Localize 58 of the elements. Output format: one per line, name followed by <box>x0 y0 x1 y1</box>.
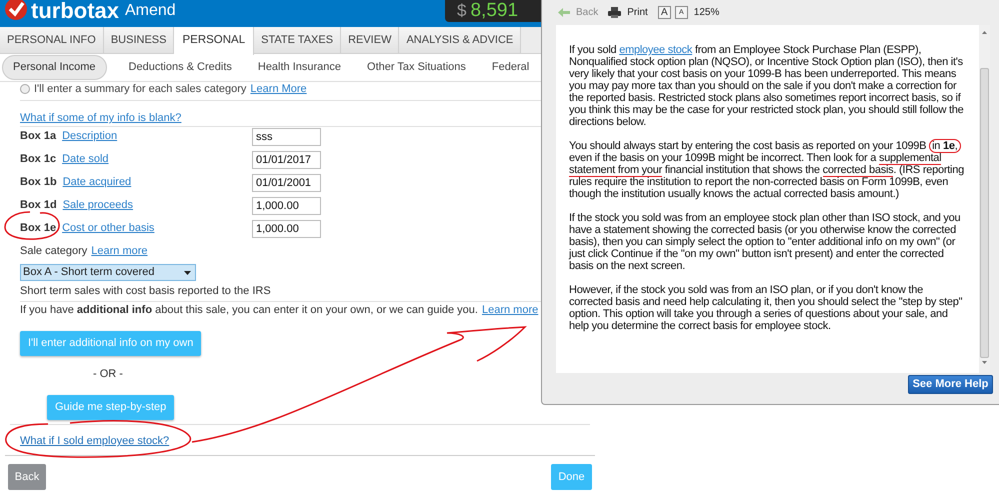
scroll-down-icon <box>982 361 987 364</box>
field-link[interactable]: Sale proceeds <box>62 199 134 212</box>
help-paragraph: If the stock you sold was from an employee stock plan other than ISO stock, and you have a statement showing the corrected basis (or you otherwise know the corrected basis), then you can simply select the option to "enter additional info on my own" (or just click Continue if the "on my own" button isn't present) and enter the corrected basis on the next screen. <box>569 212 962 272</box>
larger-text-button[interactable]: A <box>658 6 671 19</box>
sale-category-select[interactable]: Box A - Short term covered <box>20 264 196 281</box>
input-field[interactable]: sss <box>252 128 321 146</box>
box-label: Box 1d <box>20 199 57 212</box>
employee-stock-link[interactable]: What if I sold employee stock? <box>20 435 170 448</box>
checkmark-logo-icon <box>4 0 28 22</box>
field-link[interactable]: Description <box>62 130 118 143</box>
input-field[interactable]: 1,000.00 <box>252 197 321 215</box>
nav-tab[interactable]: STATE TAXES <box>254 27 342 53</box>
sub-tab[interactable]: Health Insurance <box>254 56 346 79</box>
nav-tab[interactable]: ANALYSIS & ADVICE <box>399 27 522 53</box>
option-label: I'll enter a summary for each sales category <box>34 82 246 97</box>
scroll-up-icon <box>982 31 987 34</box>
employee-stock-link[interactable]: employee stock <box>619 44 692 56</box>
blank-info-link[interactable]: What if some of my info is blank? <box>20 112 182 125</box>
sub-tab[interactable]: Other Tax Situations <box>363 56 470 79</box>
back-arrow-icon <box>558 8 570 17</box>
see-more-help-button[interactable]: See More Help <box>908 375 993 394</box>
nav-tab[interactable]: PERSONAL INFO <box>0 27 104 53</box>
input-field[interactable]: 01/01/2017 <box>252 151 321 169</box>
box-label: Box 1b <box>20 176 57 189</box>
sale-category-label: Sale category <box>20 245 88 258</box>
print-link[interactable]: Print <box>627 5 648 20</box>
nav-tab[interactable]: REVIEW <box>341 27 400 53</box>
additional-info-text: If you have additional info about this sale, you can enter it on your own, or we can guide you. <box>20 304 478 317</box>
sub-tab[interactable]: Personal Income <box>2 55 107 80</box>
zoom-level: 125% <box>694 6 720 20</box>
box-label: Box 1c <box>20 153 56 166</box>
help-paragraph: However, if the stock you sold was from an ISO plan, or if you don't know the corrected basis and need help calculating it, then you should select the "step by step" option. This option will take you through a series of questions about your sale, and help you determine the correct basis for employee stock. <box>569 284 964 332</box>
learn-more-link[interactable]: Learn More <box>250 80 307 98</box>
radio-button[interactable] <box>20 84 30 94</box>
input-field[interactable]: 1,000.00 <box>252 220 321 238</box>
field-link[interactable]: Date sold <box>62 153 109 166</box>
field-link[interactable]: Date acquired <box>62 176 132 189</box>
learn-more-link[interactable]: Learn more <box>91 245 148 258</box>
box-label: Box 1a <box>20 130 56 143</box>
product-name: Amend <box>125 1 176 21</box>
help-paragraph: You should always start by entering the cost basis as reported on your 1099B in 1e, even if the basis on your 1099B might be incorrect. Then look for a supplemental statement from your financial institution that shows the corrected basis. (IRS reporting rules require the institution to report the non-corrected basis on Form 1099B, even though the institution usually knows the actual corrected basis amount.) <box>569 140 965 200</box>
currency-symbol: $ <box>457 0 466 22</box>
scroll-thumb[interactable] <box>980 68 989 358</box>
box-label: Box 1e <box>20 222 56 235</box>
help-paragraph: If you sold employee stock from an Employee Stock Purchase Plan (ESPP), Nonqualified stock option plan (NQSO), or Incentive Stock Option plan (ISO), then it's very likely that your cost basis on your 1099-B has been underreported. This means you may pay more tax than you should on the sale if you don't make a correction for the reported basis. Restricted stock plans also sometimes report incorrect basis, so if you think this may be the case for your restricted stock plan, you should still follow the directions below. <box>569 44 964 128</box>
nav-tab[interactable]: PERSONAL <box>174 27 254 55</box>
learn-more-link[interactable]: Learn more <box>482 304 538 317</box>
field-link[interactable]: Cost or other basis <box>62 222 154 235</box>
logo-text: turbotax <box>31 0 119 22</box>
printer-icon <box>608 7 622 18</box>
sub-tab[interactable]: Federal <box>488 56 534 79</box>
ellipse-mark <box>4 211 60 240</box>
input-field[interactable]: 01/01/2001 <box>252 174 321 192</box>
dropdown-caret-icon <box>184 270 191 274</box>
refund-amount: 8,591 <box>470 0 518 23</box>
or-text: - OR - <box>93 368 123 381</box>
sub-tab[interactable]: Deductions & Credits <box>124 56 236 79</box>
nav-tab[interactable]: BUSINESS <box>104 27 174 53</box>
